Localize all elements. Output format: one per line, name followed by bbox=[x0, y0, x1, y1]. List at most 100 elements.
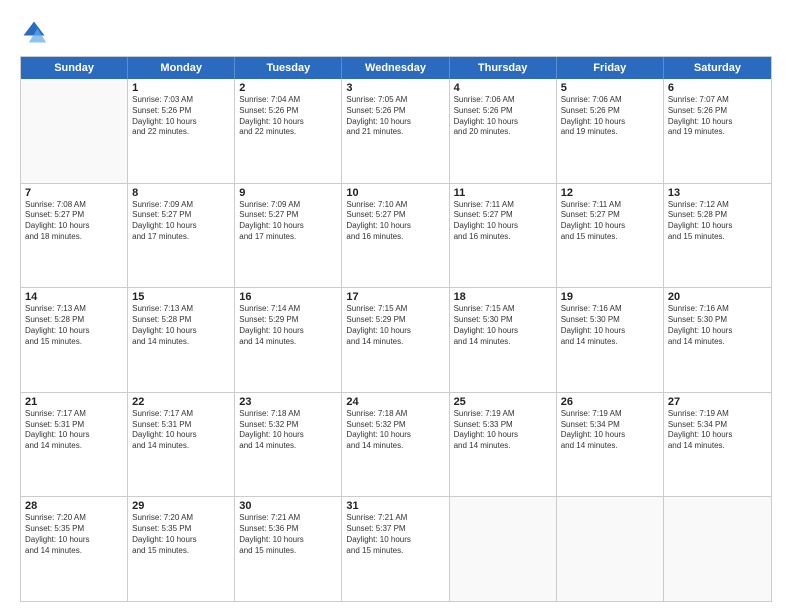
calendar-cell-r0-c5: 5Sunrise: 7:06 AM Sunset: 5:26 PM Daylig… bbox=[557, 79, 664, 183]
cell-info: Sunrise: 7:20 AM Sunset: 5:35 PM Dayligh… bbox=[25, 513, 123, 556]
day-number: 9 bbox=[239, 187, 337, 199]
day-number: 16 bbox=[239, 291, 337, 303]
day-number: 24 bbox=[346, 396, 444, 408]
calendar-cell-r2-c4: 18Sunrise: 7:15 AM Sunset: 5:30 PM Dayli… bbox=[450, 288, 557, 392]
calendar-cell-r4-c4 bbox=[450, 497, 557, 601]
calendar-cell-r2-c6: 20Sunrise: 7:16 AM Sunset: 5:30 PM Dayli… bbox=[664, 288, 771, 392]
cell-info: Sunrise: 7:19 AM Sunset: 5:33 PM Dayligh… bbox=[454, 409, 552, 452]
header-day-wednesday: Wednesday bbox=[342, 57, 449, 79]
day-number: 2 bbox=[239, 82, 337, 94]
calendar-cell-r2-c2: 16Sunrise: 7:14 AM Sunset: 5:29 PM Dayli… bbox=[235, 288, 342, 392]
cell-info: Sunrise: 7:13 AM Sunset: 5:28 PM Dayligh… bbox=[132, 304, 230, 347]
header-day-sunday: Sunday bbox=[21, 57, 128, 79]
calendar-cell-r4-c3: 31Sunrise: 7:21 AM Sunset: 5:37 PM Dayli… bbox=[342, 497, 449, 601]
logo-icon bbox=[20, 18, 48, 46]
header-day-tuesday: Tuesday bbox=[235, 57, 342, 79]
cell-info: Sunrise: 7:09 AM Sunset: 5:27 PM Dayligh… bbox=[239, 200, 337, 243]
calendar-row-3: 21Sunrise: 7:17 AM Sunset: 5:31 PM Dayli… bbox=[21, 392, 771, 497]
calendar-cell-r0-c2: 2Sunrise: 7:04 AM Sunset: 5:26 PM Daylig… bbox=[235, 79, 342, 183]
calendar-cell-r1-c4: 11Sunrise: 7:11 AM Sunset: 5:27 PM Dayli… bbox=[450, 184, 557, 288]
day-number: 10 bbox=[346, 187, 444, 199]
cell-info: Sunrise: 7:14 AM Sunset: 5:29 PM Dayligh… bbox=[239, 304, 337, 347]
day-number: 3 bbox=[346, 82, 444, 94]
cell-info: Sunrise: 7:05 AM Sunset: 5:26 PM Dayligh… bbox=[346, 95, 444, 138]
calendar-cell-r1-c0: 7Sunrise: 7:08 AM Sunset: 5:27 PM Daylig… bbox=[21, 184, 128, 288]
header bbox=[20, 18, 772, 46]
day-number: 19 bbox=[561, 291, 659, 303]
cell-info: Sunrise: 7:21 AM Sunset: 5:37 PM Dayligh… bbox=[346, 513, 444, 556]
calendar-cell-r3-c2: 23Sunrise: 7:18 AM Sunset: 5:32 PM Dayli… bbox=[235, 393, 342, 497]
calendar-cell-r2-c0: 14Sunrise: 7:13 AM Sunset: 5:28 PM Dayli… bbox=[21, 288, 128, 392]
day-number: 30 bbox=[239, 500, 337, 512]
page: SundayMondayTuesdayWednesdayThursdayFrid… bbox=[0, 0, 792, 612]
day-number: 23 bbox=[239, 396, 337, 408]
calendar-cell-r2-c3: 17Sunrise: 7:15 AM Sunset: 5:29 PM Dayli… bbox=[342, 288, 449, 392]
header-day-thursday: Thursday bbox=[450, 57, 557, 79]
calendar-cell-r1-c1: 8Sunrise: 7:09 AM Sunset: 5:27 PM Daylig… bbox=[128, 184, 235, 288]
day-number: 4 bbox=[454, 82, 552, 94]
cell-info: Sunrise: 7:20 AM Sunset: 5:35 PM Dayligh… bbox=[132, 513, 230, 556]
calendar-row-2: 14Sunrise: 7:13 AM Sunset: 5:28 PM Dayli… bbox=[21, 287, 771, 392]
cell-info: Sunrise: 7:11 AM Sunset: 5:27 PM Dayligh… bbox=[561, 200, 659, 243]
day-number: 26 bbox=[561, 396, 659, 408]
cell-info: Sunrise: 7:15 AM Sunset: 5:29 PM Dayligh… bbox=[346, 304, 444, 347]
cell-info: Sunrise: 7:21 AM Sunset: 5:36 PM Dayligh… bbox=[239, 513, 337, 556]
day-number: 5 bbox=[561, 82, 659, 94]
calendar-row-1: 7Sunrise: 7:08 AM Sunset: 5:27 PM Daylig… bbox=[21, 183, 771, 288]
cell-info: Sunrise: 7:04 AM Sunset: 5:26 PM Dayligh… bbox=[239, 95, 337, 138]
calendar-row-0: 1Sunrise: 7:03 AM Sunset: 5:26 PM Daylig… bbox=[21, 79, 771, 183]
cell-info: Sunrise: 7:07 AM Sunset: 5:26 PM Dayligh… bbox=[668, 95, 767, 138]
cell-info: Sunrise: 7:16 AM Sunset: 5:30 PM Dayligh… bbox=[561, 304, 659, 347]
calendar-cell-r3-c1: 22Sunrise: 7:17 AM Sunset: 5:31 PM Dayli… bbox=[128, 393, 235, 497]
calendar-cell-r4-c2: 30Sunrise: 7:21 AM Sunset: 5:36 PM Dayli… bbox=[235, 497, 342, 601]
cell-info: Sunrise: 7:18 AM Sunset: 5:32 PM Dayligh… bbox=[239, 409, 337, 452]
day-number: 27 bbox=[668, 396, 767, 408]
day-number: 11 bbox=[454, 187, 552, 199]
calendar-header: SundayMondayTuesdayWednesdayThursdayFrid… bbox=[21, 57, 771, 79]
day-number: 7 bbox=[25, 187, 123, 199]
day-number: 13 bbox=[668, 187, 767, 199]
calendar-cell-r1-c6: 13Sunrise: 7:12 AM Sunset: 5:28 PM Dayli… bbox=[664, 184, 771, 288]
calendar-cell-r3-c6: 27Sunrise: 7:19 AM Sunset: 5:34 PM Dayli… bbox=[664, 393, 771, 497]
day-number: 8 bbox=[132, 187, 230, 199]
cell-info: Sunrise: 7:15 AM Sunset: 5:30 PM Dayligh… bbox=[454, 304, 552, 347]
day-number: 31 bbox=[346, 500, 444, 512]
day-number: 21 bbox=[25, 396, 123, 408]
cell-info: Sunrise: 7:12 AM Sunset: 5:28 PM Dayligh… bbox=[668, 200, 767, 243]
calendar-cell-r0-c6: 6Sunrise: 7:07 AM Sunset: 5:26 PM Daylig… bbox=[664, 79, 771, 183]
cell-info: Sunrise: 7:19 AM Sunset: 5:34 PM Dayligh… bbox=[668, 409, 767, 452]
cell-info: Sunrise: 7:17 AM Sunset: 5:31 PM Dayligh… bbox=[25, 409, 123, 452]
cell-info: Sunrise: 7:09 AM Sunset: 5:27 PM Dayligh… bbox=[132, 200, 230, 243]
calendar-cell-r4-c0: 28Sunrise: 7:20 AM Sunset: 5:35 PM Dayli… bbox=[21, 497, 128, 601]
logo bbox=[20, 18, 52, 46]
calendar-cell-r4-c1: 29Sunrise: 7:20 AM Sunset: 5:35 PM Dayli… bbox=[128, 497, 235, 601]
cell-info: Sunrise: 7:06 AM Sunset: 5:26 PM Dayligh… bbox=[454, 95, 552, 138]
cell-info: Sunrise: 7:10 AM Sunset: 5:27 PM Dayligh… bbox=[346, 200, 444, 243]
calendar-row-4: 28Sunrise: 7:20 AM Sunset: 5:35 PM Dayli… bbox=[21, 496, 771, 601]
header-day-friday: Friday bbox=[557, 57, 664, 79]
day-number: 14 bbox=[25, 291, 123, 303]
cell-info: Sunrise: 7:17 AM Sunset: 5:31 PM Dayligh… bbox=[132, 409, 230, 452]
cell-info: Sunrise: 7:03 AM Sunset: 5:26 PM Dayligh… bbox=[132, 95, 230, 138]
calendar-cell-r3-c4: 25Sunrise: 7:19 AM Sunset: 5:33 PM Dayli… bbox=[450, 393, 557, 497]
day-number: 20 bbox=[668, 291, 767, 303]
cell-info: Sunrise: 7:19 AM Sunset: 5:34 PM Dayligh… bbox=[561, 409, 659, 452]
day-number: 15 bbox=[132, 291, 230, 303]
calendar-cell-r0-c3: 3Sunrise: 7:05 AM Sunset: 5:26 PM Daylig… bbox=[342, 79, 449, 183]
calendar-cell-r1-c5: 12Sunrise: 7:11 AM Sunset: 5:27 PM Dayli… bbox=[557, 184, 664, 288]
calendar-cell-r3-c0: 21Sunrise: 7:17 AM Sunset: 5:31 PM Dayli… bbox=[21, 393, 128, 497]
calendar-cell-r0-c4: 4Sunrise: 7:06 AM Sunset: 5:26 PM Daylig… bbox=[450, 79, 557, 183]
cell-info: Sunrise: 7:18 AM Sunset: 5:32 PM Dayligh… bbox=[346, 409, 444, 452]
cell-info: Sunrise: 7:16 AM Sunset: 5:30 PM Dayligh… bbox=[668, 304, 767, 347]
calendar: SundayMondayTuesdayWednesdayThursdayFrid… bbox=[20, 56, 772, 602]
calendar-cell-r2-c1: 15Sunrise: 7:13 AM Sunset: 5:28 PM Dayli… bbox=[128, 288, 235, 392]
day-number: 17 bbox=[346, 291, 444, 303]
day-number: 25 bbox=[454, 396, 552, 408]
calendar-cell-r0-c0 bbox=[21, 79, 128, 183]
calendar-cell-r1-c3: 10Sunrise: 7:10 AM Sunset: 5:27 PM Dayli… bbox=[342, 184, 449, 288]
cell-info: Sunrise: 7:13 AM Sunset: 5:28 PM Dayligh… bbox=[25, 304, 123, 347]
day-number: 29 bbox=[132, 500, 230, 512]
header-day-monday: Monday bbox=[128, 57, 235, 79]
calendar-cell-r4-c6 bbox=[664, 497, 771, 601]
calendar-cell-r1-c2: 9Sunrise: 7:09 AM Sunset: 5:27 PM Daylig… bbox=[235, 184, 342, 288]
